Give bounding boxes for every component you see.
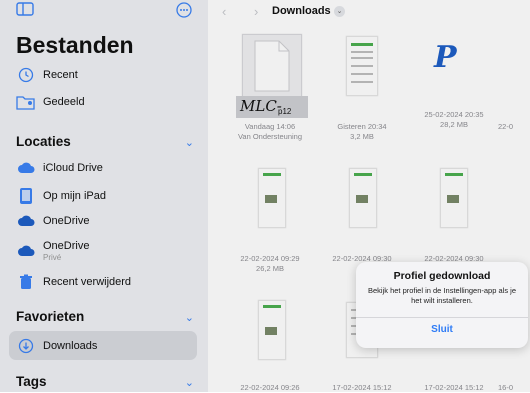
file-meta: 26,2 MB	[256, 264, 284, 273]
alert-dialog: Profiel gedownload Bekijk het profiel in…	[356, 262, 528, 348]
sidebar-item-label: OneDrive	[43, 215, 90, 227]
blank-document-thumbnail[interactable]	[242, 34, 302, 98]
file-meta: 28,2 MB	[440, 120, 468, 129]
ipad-icon	[16, 186, 36, 206]
alert-title: Profiel gedownload	[393, 270, 491, 282]
sidebar-item-downloads[interactable]: Downloads	[16, 333, 97, 359]
sidebar-item-label: Gedeeld	[43, 96, 85, 108]
breadcrumb[interactable]: Downloads	[272, 5, 331, 17]
handwritten-label: MLC- p12	[236, 96, 308, 118]
forward-icon[interactable]: ›	[254, 4, 258, 19]
sidebar-item-label: Recent	[43, 69, 78, 81]
more-icon[interactable]	[176, 2, 192, 18]
sidebar-item-sublabel: Privé	[43, 253, 62, 262]
file-date: 22-02-2024 09:29	[240, 254, 300, 263]
sidebar-item-shared[interactable]: Gedeeld	[16, 89, 85, 115]
toolbar: ‹ › Downloads ⌄	[208, 0, 530, 24]
sidebar-item-onedrive-private[interactable]: OneDrive Privé	[16, 238, 89, 264]
handwriting-text: MLC-	[240, 97, 282, 115]
sidebar: Bestanden Recent Gedeeld Locaties ⌄ iClo…	[0, 0, 208, 392]
file-meta: Van Ondersteuning	[237, 132, 303, 141]
trash-icon	[16, 272, 36, 292]
file-date: 25-02-2024 20:35	[424, 110, 484, 119]
file-date: Gisteren 20:34	[337, 122, 387, 131]
section-locations[interactable]: Locaties	[16, 134, 71, 149]
chevron-down-icon[interactable]: ⌄	[334, 6, 345, 17]
document-thumbnail[interactable]	[258, 300, 286, 360]
sidebar-item-label: Downloads	[43, 340, 98, 352]
sidebar-toggle-icon[interactable]	[16, 2, 34, 16]
download-icon	[16, 336, 36, 356]
sidebar-title: Bestanden	[16, 32, 134, 58]
shared-folder-icon	[16, 92, 36, 112]
cloud-icon	[16, 158, 36, 178]
file-meta: 3,2 MB	[350, 132, 374, 141]
sidebar-item-label: iCloud Drive	[43, 162, 103, 174]
pages-document-icon[interactable]: P	[434, 40, 474, 88]
handwriting-subtext: p12	[278, 107, 292, 116]
sidebar-item-recent[interactable]: Recent	[16, 62, 78, 88]
clock-icon	[16, 65, 36, 85]
sidebar-item-onedrive[interactable]: OneDrive	[16, 208, 89, 234]
sidebar-item-recently-deleted[interactable]: Recent verwijderd	[16, 269, 131, 295]
back-icon[interactable]: ‹	[222, 4, 226, 19]
chevron-down-icon[interactable]: ⌄	[185, 311, 194, 324]
section-tags[interactable]: Tags	[16, 374, 47, 389]
cloud-icon	[16, 211, 36, 231]
sidebar-item-label: Op mijn iPad	[43, 190, 106, 202]
sidebar-item-label: OneDrive	[43, 240, 90, 252]
sidebar-item-label: Recent verwijderd	[43, 276, 132, 288]
alert-message: Bekijk het profiel in de Instellingen-ap…	[367, 286, 516, 305]
file-date: Vandaag 14:06	[244, 122, 296, 131]
document-thumbnail[interactable]	[349, 168, 377, 228]
alert-divider	[356, 317, 528, 318]
document-thumbnail[interactable]	[258, 168, 286, 228]
section-favorites[interactable]: Favorieten	[16, 309, 84, 324]
document-thumbnail[interactable]	[440, 168, 468, 228]
sidebar-item-icloud-drive[interactable]: iCloud Drive	[16, 155, 103, 181]
sidebar-item-ipad[interactable]: Op mijn iPad	[16, 183, 106, 209]
chevron-down-icon[interactable]: ⌄	[185, 136, 194, 149]
document-thumbnail[interactable]	[346, 36, 378, 96]
close-button[interactable]: Sluit	[356, 324, 528, 335]
cloud-icon	[16, 241, 36, 261]
file-date: 22-0	[498, 122, 514, 131]
chevron-down-icon[interactable]: ⌄	[185, 376, 194, 389]
